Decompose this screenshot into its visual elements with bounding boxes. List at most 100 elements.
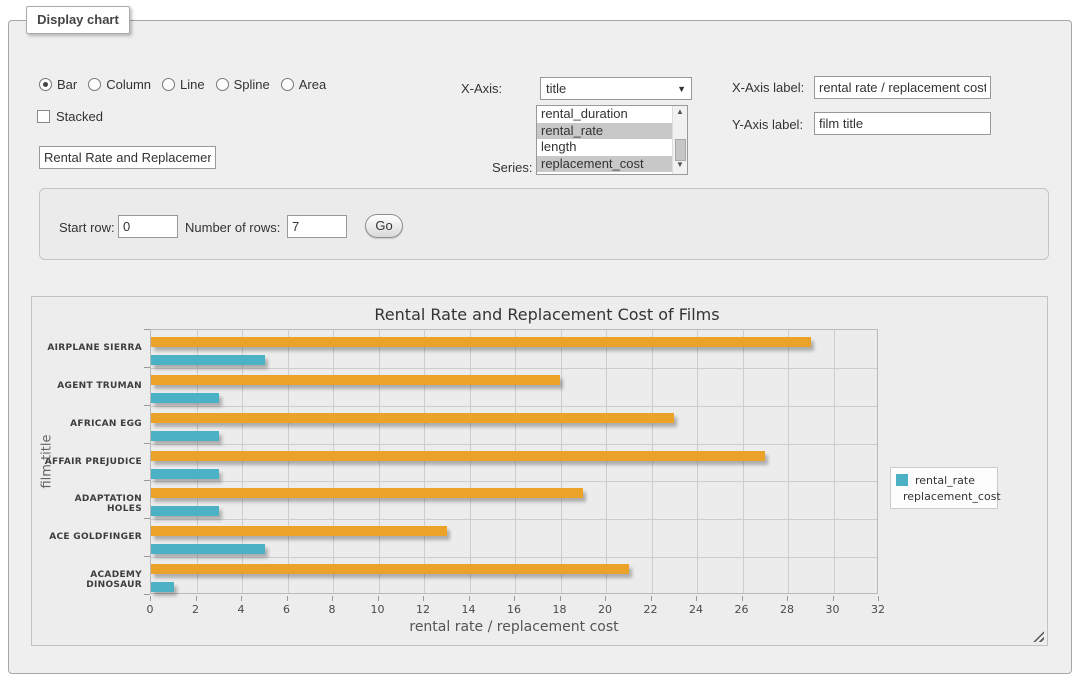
chart-type-option-spline[interactable]: Spline xyxy=(216,77,270,92)
series-listbox[interactable]: rental_durationrental_ratelengthreplacem… xyxy=(536,105,688,175)
x-tick-mark xyxy=(787,596,788,601)
bar-rental_rate xyxy=(151,469,219,479)
bar-rental_rate xyxy=(151,544,265,554)
x-axis-select[interactable]: title ▼ xyxy=(540,77,692,100)
radio-column[interactable] xyxy=(88,78,101,91)
x-tick-mark xyxy=(651,596,652,601)
x-tick-mark xyxy=(332,596,333,601)
gridline xyxy=(151,557,877,558)
bar-replacement_cost xyxy=(151,337,811,347)
x-tick-label: 4 xyxy=(226,603,256,616)
x-tick-label: 20 xyxy=(590,603,620,616)
x-axis-label-input[interactable] xyxy=(814,76,991,99)
y-axis-label-input[interactable] xyxy=(814,112,991,135)
plot-area xyxy=(150,329,878,594)
gridline xyxy=(424,330,425,593)
chart-title: Rental Rate and Replacement Cost of Film… xyxy=(72,305,1022,324)
chart-type-option-column[interactable]: Column xyxy=(88,77,151,92)
chart-type-label: Area xyxy=(299,77,326,92)
legend-entry: replacement_cost xyxy=(896,488,992,504)
y-tick-mark xyxy=(144,594,150,595)
row-range-panel: Start row: Number of rows: Go xyxy=(39,188,1049,260)
y-tick-mark xyxy=(144,480,150,481)
start-row-label: Start row: xyxy=(59,220,115,235)
radio-bar[interactable] xyxy=(39,78,52,91)
scroll-up-icon[interactable]: ▲ xyxy=(673,107,687,120)
y-category-label: AGENT TRUMAN xyxy=(37,381,142,391)
y-category-label: AIRPLANE SIERRA xyxy=(37,343,142,353)
go-button[interactable]: Go xyxy=(365,214,403,238)
series-option-replacement_cost[interactable]: replacement_cost xyxy=(537,156,687,173)
x-tick-label: 6 xyxy=(272,603,302,616)
chart-type-option-bar[interactable]: Bar xyxy=(39,77,77,92)
chart-title-input[interactable] xyxy=(39,146,216,169)
x-tick-mark xyxy=(560,596,561,601)
bar-rental_rate xyxy=(151,393,219,403)
x-axis-label-field-label: X-Axis label: xyxy=(732,80,804,95)
bar-replacement_cost xyxy=(151,488,583,498)
gridline xyxy=(379,330,380,593)
x-tick-mark xyxy=(514,596,515,601)
bar-rental_rate xyxy=(151,355,265,365)
y-tick-mark xyxy=(144,405,150,406)
number-of-rows-label: Number of rows: xyxy=(185,220,280,235)
stacked-option[interactable]: Stacked xyxy=(37,109,103,124)
gridline xyxy=(652,330,653,593)
chart-type-option-area[interactable]: Area xyxy=(281,77,326,92)
gridline xyxy=(606,330,607,593)
x-tick-label: 16 xyxy=(499,603,529,616)
legend-label: rental_rate xyxy=(915,474,975,487)
gridline xyxy=(151,519,877,520)
bar-rental_rate xyxy=(151,506,219,516)
x-tick-mark xyxy=(241,596,242,601)
scrollbar-thumb[interactable] xyxy=(675,139,686,161)
resize-handle-icon[interactable] xyxy=(1033,631,1044,642)
x-tick-mark xyxy=(378,596,379,601)
y-tick-mark xyxy=(144,367,150,368)
x-tick-mark xyxy=(287,596,288,601)
gridline xyxy=(515,330,516,593)
chart-type-radio-group: Bar Column Line Spline Area xyxy=(39,77,326,92)
x-tick-mark xyxy=(423,596,424,601)
number-of-rows-input[interactable] xyxy=(287,215,347,238)
x-tick-label: 0 xyxy=(135,603,165,616)
gridline xyxy=(788,330,789,593)
x-tick-mark xyxy=(696,596,697,601)
y-category-label: ACADEMY DINOSAUR xyxy=(37,570,142,590)
chevron-down-icon: ▼ xyxy=(677,79,686,100)
start-row-input[interactable] xyxy=(118,215,178,238)
radio-line[interactable] xyxy=(162,78,175,91)
x-tick-label: 30 xyxy=(818,603,848,616)
gridline xyxy=(151,444,877,445)
series-option-length[interactable]: length xyxy=(537,139,687,156)
gridline xyxy=(561,330,562,593)
x-tick-label: 26 xyxy=(727,603,757,616)
x-tick-mark xyxy=(150,596,151,601)
x-tick-label: 2 xyxy=(181,603,211,616)
series-option-rental_duration[interactable]: rental_duration xyxy=(537,106,687,123)
listbox-scrollbar[interactable]: ▲ ▼ xyxy=(672,106,687,174)
gridline xyxy=(834,330,835,593)
chart-type-label: Spline xyxy=(234,77,270,92)
series-label: Series: xyxy=(492,160,532,175)
y-tick-mark xyxy=(144,556,150,557)
x-tick-mark xyxy=(196,596,197,601)
radio-area[interactable] xyxy=(281,78,294,91)
x-tick-mark xyxy=(833,596,834,601)
x-tick-label: 14 xyxy=(454,603,484,616)
x-tick-mark xyxy=(742,596,743,601)
scroll-down-icon[interactable]: ▼ xyxy=(673,160,687,173)
series-option-rental_rate[interactable]: rental_rate xyxy=(537,123,687,140)
series-options: rental_durationrental_ratelengthreplacem… xyxy=(537,106,687,172)
chart-type-option-line[interactable]: Line xyxy=(162,77,205,92)
chart-legend: rental_ratereplacement_cost xyxy=(890,467,998,509)
display-chart-tab[interactable]: Display chart xyxy=(26,6,130,34)
gridline xyxy=(151,481,877,482)
gridline xyxy=(151,368,877,369)
x-axis-title: rental rate / replacement cost xyxy=(150,619,878,635)
x-tick-label: 32 xyxy=(863,603,893,616)
y-tick-mark xyxy=(144,329,150,330)
radio-spline[interactable] xyxy=(216,78,229,91)
stacked-checkbox[interactable] xyxy=(37,110,50,123)
x-axis-selected-value: title xyxy=(546,81,566,96)
